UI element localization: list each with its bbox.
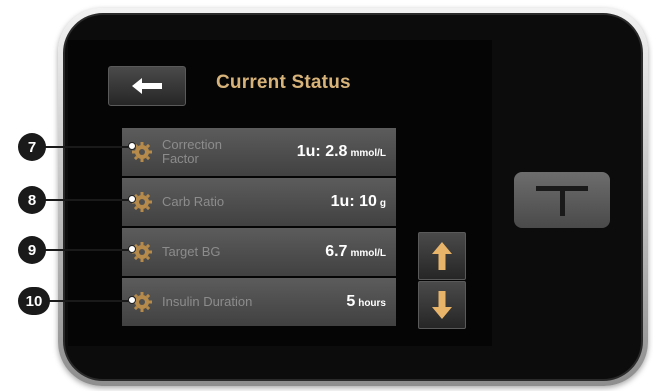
back-button[interactable]	[108, 66, 186, 106]
callout-line	[42, 249, 132, 251]
callout-pointer	[128, 195, 136, 203]
t-logo-icon	[536, 186, 588, 216]
callout-pointer	[128, 142, 136, 150]
scroll-down-button[interactable]	[418, 281, 466, 329]
setting-row-insulin-duration[interactable]: Insulin Duration 5 hours	[122, 278, 396, 326]
arrow-up-icon	[432, 242, 452, 270]
page-title: Current Status	[216, 72, 351, 93]
scroll-up-button[interactable]	[418, 232, 466, 280]
callout-9: 9	[18, 236, 46, 264]
setting-unit: g	[379, 198, 386, 209]
setting-label-line2: Factor	[162, 151, 199, 166]
setting-row-carb-ratio[interactable]: Carb Ratio 1u: 10 g	[122, 178, 396, 226]
setting-label: Target BG	[162, 244, 221, 259]
gear-icon	[132, 242, 152, 262]
callout-7: 7	[18, 133, 46, 161]
t-screen-button[interactable]	[514, 172, 610, 228]
setting-value-number: 1u: 10	[330, 193, 377, 210]
setting-unit: mmol/L	[350, 148, 386, 159]
setting-label: Insulin Duration	[162, 294, 253, 309]
gear-icon	[132, 192, 152, 212]
setting-value-number: 5	[346, 293, 356, 310]
setting-value: 1u: 10 g	[331, 193, 386, 211]
setting-unit: hours	[358, 298, 386, 309]
settings-list: Correction Factor 1u: 2.8 mmol/L Carb Rat…	[122, 128, 396, 328]
setting-label-line1: Correction	[162, 137, 222, 152]
setting-row-target-bg[interactable]: Target BG 6.7 mmol/L	[122, 228, 396, 276]
setting-value: 6.7 mmol/L	[325, 243, 386, 261]
arrow-down-icon	[432, 291, 452, 319]
setting-value: 5 hours	[346, 293, 386, 311]
setting-label: Carb Ratio	[162, 194, 225, 209]
callout-pointer	[128, 296, 136, 304]
callout-10: 10	[18, 287, 50, 315]
callout-line	[46, 300, 132, 302]
setting-row-correction-factor[interactable]: Correction Factor 1u: 2.8 mmol/L	[122, 128, 396, 176]
callout-line	[42, 146, 132, 148]
callout-line	[42, 199, 132, 201]
callout-8: 8	[18, 186, 46, 214]
setting-value: 1u: 2.8 mmol/L	[297, 143, 386, 161]
setting-label: Correction Factor	[162, 138, 222, 166]
callout-pointer	[128, 245, 136, 253]
setting-value-number: 1u: 2.8	[296, 143, 348, 160]
setting-value-number: 6.7	[325, 243, 348, 260]
setting-unit: mmol/L	[350, 248, 386, 259]
back-arrow-icon	[132, 78, 162, 94]
